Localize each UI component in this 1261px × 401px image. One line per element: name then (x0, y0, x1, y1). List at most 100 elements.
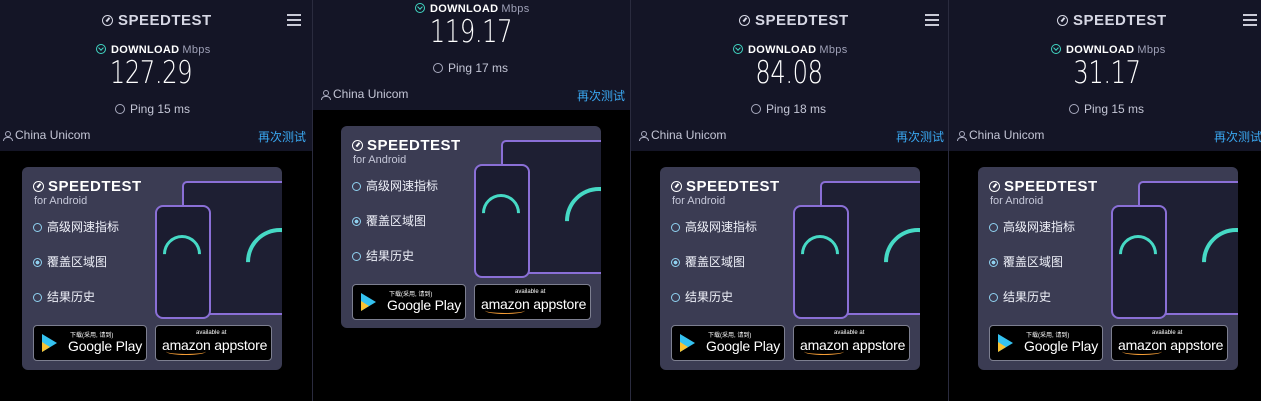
check-circle-icon (989, 223, 998, 232)
download-arrow-icon (415, 3, 425, 13)
map-pin-icon (352, 217, 361, 226)
phone-mockup (474, 164, 530, 278)
download-speed-value: 119.17 (429, 14, 513, 50)
amazon-appstore-button[interactable]: available at amazon appstore (474, 284, 591, 320)
speedtest-gauge-icon (671, 181, 682, 192)
phone-gauge (1111, 227, 1165, 281)
amazon-small-text: available at (834, 330, 865, 336)
hamburger-menu-icon[interactable] (1243, 14, 1257, 26)
ping-readout: Ping 15 ms (1069, 102, 1144, 116)
feature-coverage-map: 覆盖区域图 (33, 253, 107, 270)
android-ad-card[interactable]: SPEEDTEST for Android 高级网速指标 覆盖区域图 结果历史 … (660, 167, 920, 370)
logo-text: SPEEDTEST (755, 12, 849, 29)
google-play-button[interactable]: 下载(采用, 请到) Google Play (671, 325, 785, 361)
feature-advanced-metrics: 高级网速指标 (671, 218, 757, 235)
ad-title: SPEEDTEST (48, 178, 142, 195)
amazon-smile-icon (485, 307, 525, 314)
phone-gauge (155, 227, 209, 281)
map-pin-icon (671, 258, 680, 267)
google-play-button[interactable]: 下载(采用, 请到) Google Play (33, 325, 147, 361)
google-play-button[interactable]: 下载(采用, 请到) Google Play (989, 325, 1103, 361)
speedtest-gauge-icon (739, 15, 750, 26)
phone-gauge (793, 227, 847, 281)
retest-button[interactable]: 再次测试 (258, 128, 306, 145)
feature-text: 覆盖区域图 (1003, 255, 1064, 269)
speedtest-logo: SPEEDTEST (102, 12, 212, 29)
ad-subtitle: for Android (990, 195, 1044, 207)
user-icon (321, 90, 331, 100)
feature-text: 覆盖区域图 (47, 255, 108, 269)
ping-icon (433, 63, 443, 73)
feature-text: 结果历史 (685, 290, 734, 304)
google-play-label: Google Play (706, 338, 781, 354)
check-circle-icon (989, 293, 998, 302)
tablet-gauge (231, 213, 282, 311)
feature-text: 结果历史 (47, 290, 96, 304)
amazon-small-text: available at (1152, 330, 1183, 336)
speedtest-gauge-icon (102, 15, 113, 26)
feature-advanced-metrics: 高级网速指标 (33, 218, 119, 235)
ad-title: SPEEDTEST (1004, 178, 1098, 195)
android-ad-card[interactable]: SPEEDTEST for Android 高级网速指标 覆盖区域图 结果历史 … (341, 126, 601, 328)
ping-icon (1069, 104, 1079, 114)
ping-icon (751, 104, 761, 114)
feature-advanced-metrics: 高级网速指标 (352, 177, 438, 194)
retest-button[interactable]: 再次测试 (896, 128, 944, 145)
android-ad-card[interactable]: SPEEDTEST for Android 高级网速指标 覆盖区域图 结果历史 … (22, 167, 282, 370)
hamburger-menu-icon[interactable] (925, 14, 939, 26)
feature-text: 覆盖区域图 (366, 214, 427, 228)
isp-name: China Unicom (957, 128, 1044, 142)
amazon-appstore-button[interactable]: available at amazon appstore (1111, 325, 1228, 361)
check-circle-icon (352, 252, 361, 261)
google-play-label: Google Play (387, 297, 462, 313)
google-play-label: Google Play (1024, 338, 1099, 354)
ping-text: Ping 18 ms (766, 102, 827, 116)
ping-readout: Ping 17 ms (433, 61, 508, 75)
google-play-button[interactable]: 下载(采用, 请到) Google Play (352, 284, 466, 320)
screenshot-strip: SPEEDTEST DOWNLOAD Mbps 127.29 Ping 15 ms… (0, 0, 1261, 401)
ping-text: Ping 15 ms (130, 102, 191, 116)
phone-mockup (1111, 205, 1167, 319)
user-icon (3, 131, 13, 141)
amazon-small-text: available at (196, 330, 227, 336)
result-panel-3: SPEEDTEST DOWNLOAD Mbps 84.08 Ping 18 ms … (631, 0, 948, 401)
check-circle-icon (33, 223, 42, 232)
hamburger-menu-icon[interactable] (287, 14, 301, 26)
device-mockup (471, 138, 601, 278)
tablet-gauge (1187, 213, 1238, 311)
download-arrow-icon (1051, 44, 1061, 54)
tablet-gauge (550, 172, 601, 270)
result-panel-1: SPEEDTEST DOWNLOAD Mbps 127.29 Ping 15 ms… (0, 0, 312, 401)
user-icon (639, 131, 649, 141)
download-speed-value: 31.17 (1073, 55, 1141, 91)
ping-readout: Ping 18 ms (751, 102, 826, 116)
check-circle-icon (33, 293, 42, 302)
amazon-smile-icon (804, 348, 844, 355)
google-play-label: Google Play (68, 338, 143, 354)
isp-name: China Unicom (3, 128, 90, 142)
retest-button[interactable]: 再次测试 (1214, 128, 1261, 145)
ad-title: SPEEDTEST (686, 178, 780, 195)
retest-button[interactable]: 再次测试 (577, 87, 625, 104)
ad-subtitle: for Android (353, 154, 407, 166)
results-header: SPEEDTEST DOWNLOAD Mbps 31.17 Ping 15 ms … (949, 0, 1261, 151)
amazon-appstore-button[interactable]: available at amazon appstore (793, 325, 910, 361)
isp-text: China Unicom (333, 87, 409, 101)
check-circle-icon (352, 182, 361, 191)
phone-gauge (474, 186, 528, 240)
google-play-icon (998, 334, 1013, 352)
android-ad-card[interactable]: SPEEDTEST for Android 高级网速指标 覆盖区域图 结果历史 … (978, 167, 1238, 370)
results-header: SPEEDTEST DOWNLOAD Mbps 84.08 Ping 18 ms … (631, 0, 948, 151)
device-mockup (1108, 179, 1238, 319)
device-mockup (152, 179, 282, 319)
check-circle-icon (671, 223, 680, 232)
speedtest-gauge-icon (989, 181, 1000, 192)
isp-name: China Unicom (639, 128, 726, 142)
download-speed-value: 127.29 (109, 55, 193, 91)
logo-text: SPEEDTEST (1073, 12, 1167, 29)
amazon-smile-icon (166, 348, 206, 355)
results-header: SPEEDTEST DOWNLOAD Mbps 127.29 Ping 15 ms… (0, 0, 312, 151)
google-play-icon (42, 334, 57, 352)
amazon-appstore-button[interactable]: available at amazon appstore (155, 325, 272, 361)
feature-text: 结果历史 (366, 249, 415, 263)
